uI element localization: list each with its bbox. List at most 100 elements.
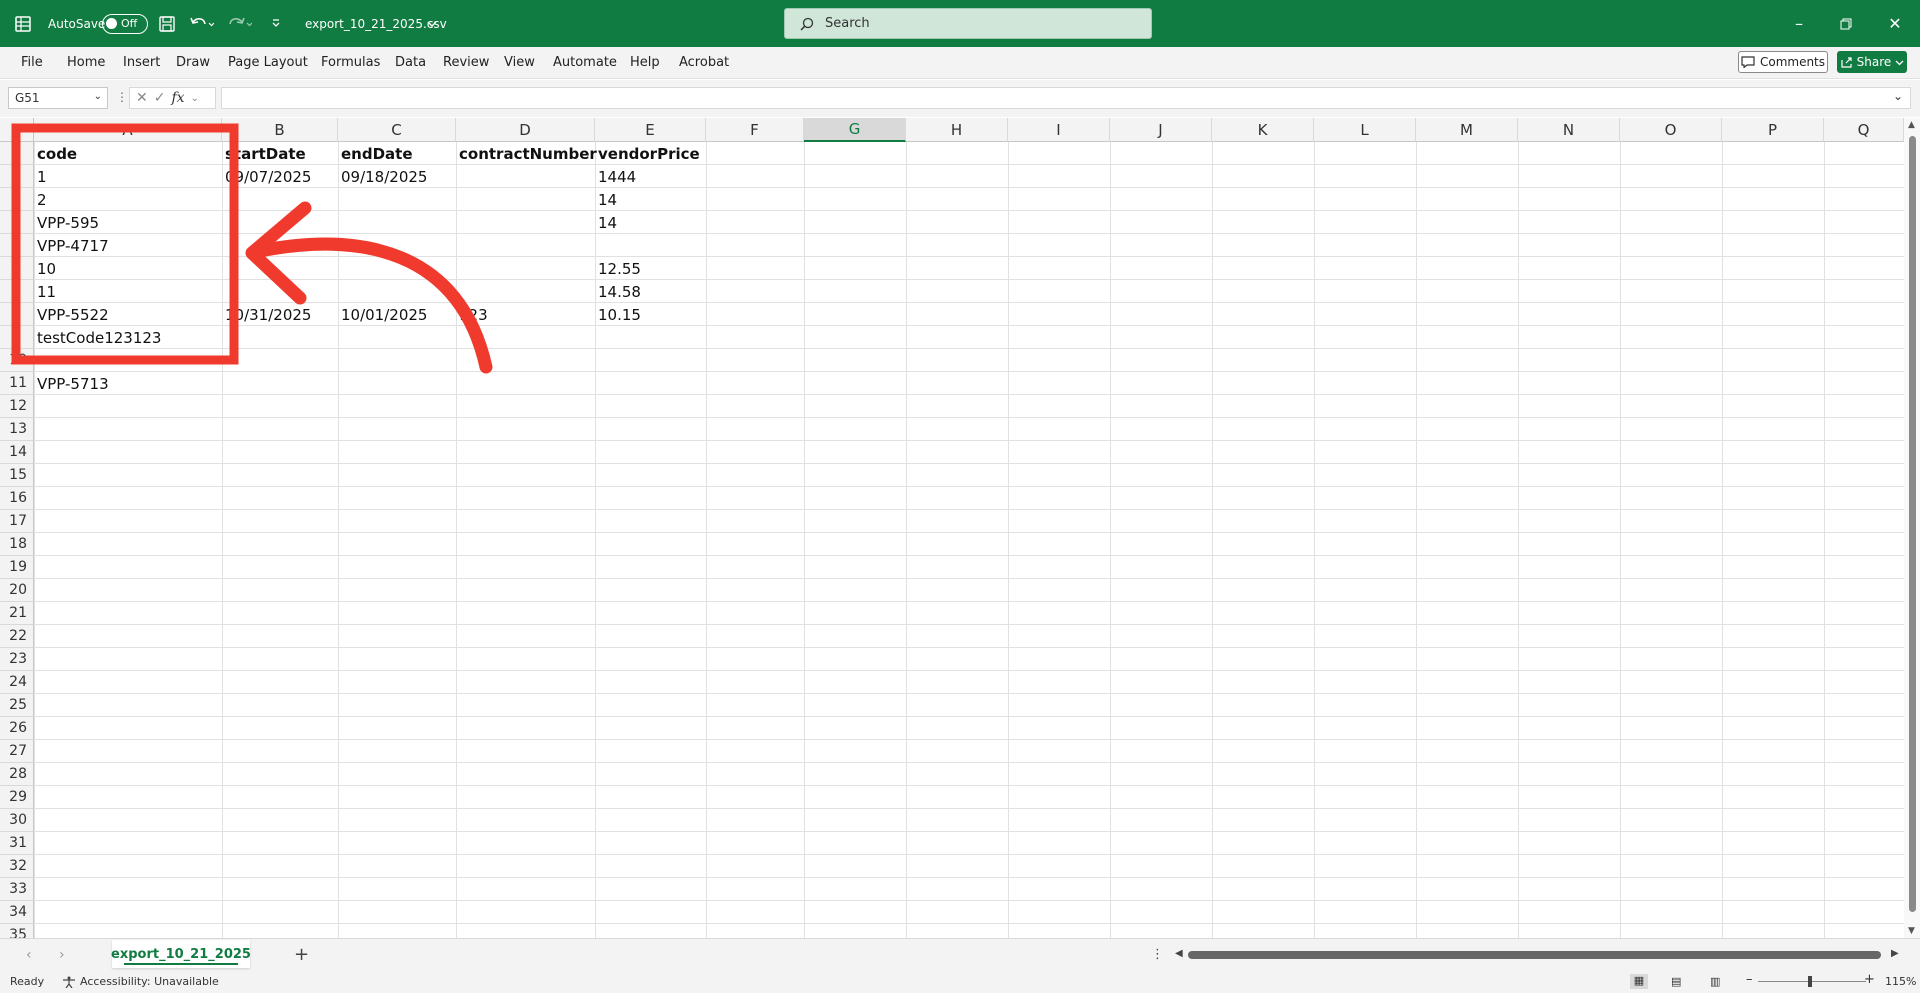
row-header[interactable]: 30 [0, 809, 34, 832]
enter-icon[interactable]: ✓ [154, 90, 166, 106]
column-header-n[interactable]: N [1518, 118, 1620, 142]
row-header[interactable] [0, 280, 34, 303]
column-title-cell[interactable]: endDate [338, 142, 413, 165]
sheet-tab-active[interactable]: export_10_21_2025 [111, 940, 251, 968]
column-title-cell[interactable]: startDate [222, 142, 306, 165]
column-header-e[interactable]: E [595, 118, 706, 142]
tab-file[interactable]: File [21, 55, 43, 70]
row-header[interactable]: 14 [0, 441, 34, 464]
add-sheet-icon[interactable]: + [294, 944, 309, 965]
data-cell[interactable]: 10.15 [595, 303, 641, 326]
row-header[interactable] [0, 165, 34, 188]
name-box[interactable]: G51 ⌄ [8, 87, 108, 109]
minimize-icon[interactable]: – [1776, 0, 1822, 47]
tab-formulas[interactable]: Formulas [321, 55, 380, 70]
data-cell[interactable]: 123 [456, 303, 488, 326]
row-header[interactable] [0, 326, 34, 349]
column-header-f[interactable]: F [706, 118, 804, 142]
row-header[interactable]: 27 [0, 740, 34, 763]
row-header[interactable]: 32 [0, 855, 34, 878]
tab-help[interactable]: Help [630, 55, 660, 70]
tab-insert[interactable]: Insert [123, 55, 160, 70]
customize-qat-icon[interactable] [270, 0, 282, 47]
row-header[interactable] [0, 211, 34, 234]
row-header[interactable]: 34 [0, 901, 34, 924]
scroll-up-icon[interactable]: ▲ [1908, 120, 1915, 130]
row-header[interactable]: 21 [0, 602, 34, 625]
data-cell[interactable]: 1444 [595, 165, 636, 188]
column-title-cell[interactable]: code [34, 142, 77, 165]
row-header[interactable]: 22 [0, 625, 34, 648]
column-header-p[interactable]: P [1722, 118, 1824, 142]
zoom-out-icon[interactable]: – [1746, 972, 1753, 987]
data-cell[interactable]: 12.55 [595, 257, 641, 280]
row-header[interactable]: 13 [0, 418, 34, 441]
tab-home[interactable]: Home [67, 55, 105, 70]
column-header-q[interactable]: Q [1824, 118, 1904, 142]
row-header[interactable] [0, 142, 34, 165]
zoom-slider[interactable] [1758, 981, 1866, 982]
autosave-toggle[interactable]: Off [102, 13, 148, 34]
filename-chevron-icon[interactable] [426, 0, 438, 47]
row-header[interactable]: 31 [0, 832, 34, 855]
row-header[interactable]: 15 [0, 464, 34, 487]
row-header[interactable]: 29 [0, 786, 34, 809]
redo-icon[interactable] [226, 0, 252, 47]
column-header-c[interactable]: C [338, 118, 456, 142]
tab-data[interactable]: Data [395, 55, 426, 70]
data-cell[interactable]: VPP-595 [34, 211, 99, 234]
row-header[interactable]: 23 [0, 648, 34, 671]
comments-button[interactable]: Comments [1738, 51, 1828, 73]
tab-review[interactable]: Review [443, 55, 489, 70]
row-header[interactable]: 17 [0, 510, 34, 533]
scroll-left-icon[interactable]: ◀ [1175, 948, 1183, 959]
page-break-view-icon[interactable]: ▥ [1710, 975, 1720, 988]
row-header[interactable]: 19 [0, 556, 34, 579]
formula-input[interactable] [221, 87, 1911, 109]
insert-function-icon[interactable]: fx [171, 90, 184, 106]
share-button[interactable]: Share [1837, 51, 1907, 73]
row-header[interactable]: 28 [0, 763, 34, 786]
column-header-g[interactable]: G [804, 118, 906, 142]
vertical-scroll-thumb[interactable] [1909, 136, 1916, 912]
data-cell[interactable]: 14 [595, 188, 617, 211]
zoom-slider-handle[interactable] [1808, 976, 1812, 987]
column-header-b[interactable]: B [222, 118, 338, 142]
undo-icon[interactable] [188, 0, 214, 47]
data-cell[interactable]: VPP-4717 [34, 234, 109, 257]
chevron-down-icon[interactable]: ⌄ [191, 93, 199, 104]
worksheet-grid[interactable]: ABCDEFGHIJKLMNOPQ 10 11 12 13 14 15 16 17 18 19 20… [0, 118, 1920, 943]
horizontal-scroll-thumb[interactable] [1188, 951, 1881, 959]
data-cell[interactable]: 14 [595, 211, 617, 234]
data-cell[interactable]: 10/01/2025 [338, 303, 427, 326]
data-cell[interactable]: VPP-5522 [34, 303, 109, 326]
horizontal-scrollbar[interactable]: ◀ ▶ [1175, 948, 1910, 962]
row-header[interactable] [0, 188, 34, 211]
more-options-icon[interactable]: ⋮ [116, 90, 128, 104]
data-cell[interactable]: 09/18/2025 [338, 165, 427, 188]
column-header-m[interactable]: M [1416, 118, 1518, 142]
column-header-h[interactable]: H [906, 118, 1008, 142]
tab-automate[interactable]: Automate [553, 55, 617, 70]
tab-draw[interactable]: Draw [176, 55, 210, 70]
row-header[interactable]: 26 [0, 717, 34, 740]
data-cell[interactable]: 2 [34, 188, 47, 211]
column-header-l[interactable]: L [1314, 118, 1416, 142]
data-cell[interactable]: 1 [34, 165, 47, 188]
close-icon[interactable]: ✕ [1872, 0, 1918, 47]
row-header[interactable]: 18 [0, 533, 34, 556]
row-header[interactable]: 12 [0, 395, 34, 418]
scroll-down-icon[interactable]: ▼ [1908, 926, 1915, 936]
page-layout-view-icon[interactable]: ▤ [1671, 975, 1681, 988]
data-cell[interactable]: 11 [34, 280, 56, 303]
column-header-k[interactable]: K [1212, 118, 1314, 142]
row-header[interactable]: 25 [0, 694, 34, 717]
row-header[interactable]: 10 [0, 349, 34, 372]
scroll-right-icon[interactable]: ▶ [1891, 948, 1899, 959]
tab-page-layout[interactable]: Page Layout [228, 55, 308, 70]
row-header[interactable] [0, 234, 34, 257]
tab-view[interactable]: View [504, 55, 535, 70]
column-title-cell[interactable]: vendorPrice [595, 142, 700, 165]
row-header[interactable]: 24 [0, 671, 34, 694]
column-header-d[interactable]: D [456, 118, 595, 142]
